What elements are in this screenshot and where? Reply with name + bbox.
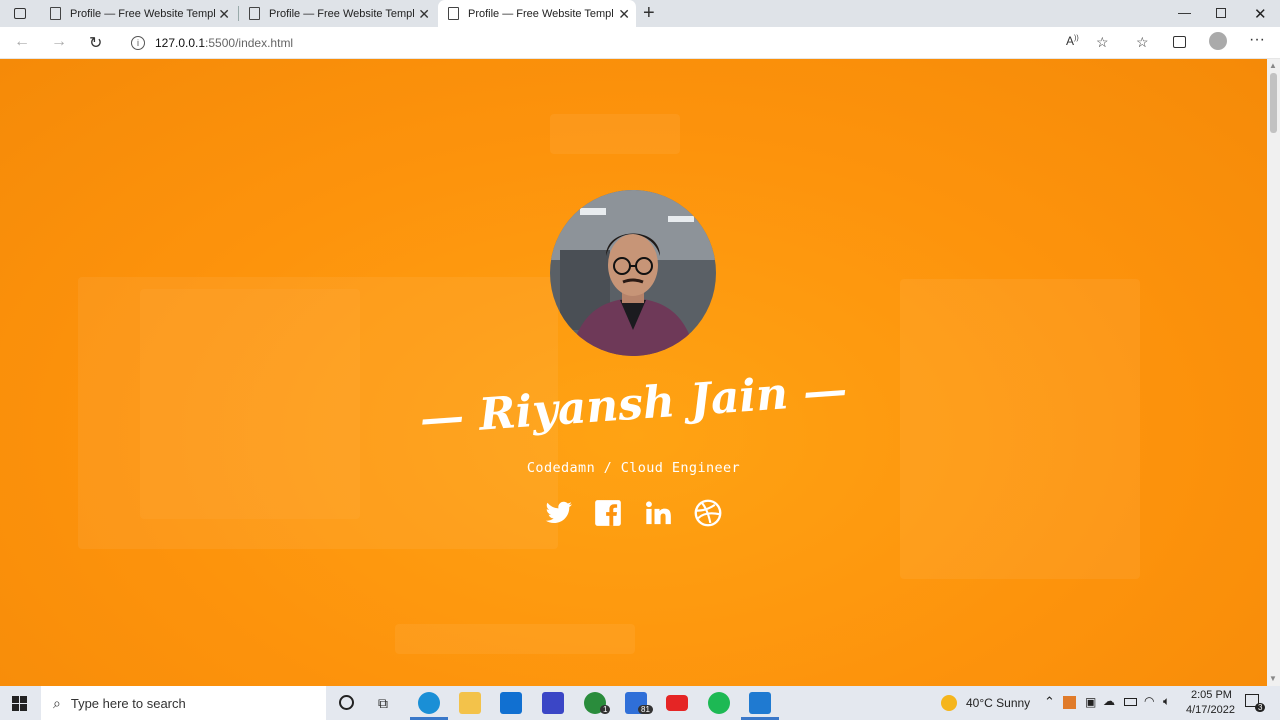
linkedin-icon[interactable] [644, 499, 672, 527]
refresh-icon[interactable]: ↻ [89, 33, 102, 53]
new-tab-button[interactable]: + [643, 2, 655, 25]
weather-sun-icon[interactable] [941, 695, 957, 711]
youtube-icon[interactable] [666, 695, 688, 711]
tab-strip: Profile — Free Website Template ✕ Profil… [0, 0, 1280, 27]
profile-role: Codedamn / Cloud Engineer [526, 460, 741, 476]
browser-tab-active[interactable]: Profile — Free Website Template ✕ [438, 0, 636, 27]
page-scrollbar[interactable]: ▲ ▼ [1267, 59, 1280, 686]
twitter-icon[interactable] [545, 499, 573, 527]
address-bar[interactable]: i 127.0.0.1:5500/index.html [118, 30, 1123, 56]
search-placeholder: Type here to search [70, 695, 186, 711]
tab-title: Profile — Free Website Template [70, 7, 216, 20]
taskbar: ⌕ Type here to search ⧉ 1 81 40°C Sunny … [0, 686, 1280, 720]
clock-date[interactable]: 4/17/2022 [1186, 704, 1235, 716]
search-icon: ⌕ [53, 694, 61, 711]
facebook-icon[interactable] [594, 499, 622, 527]
vscode-icon[interactable] [749, 692, 771, 714]
volume-icon[interactable]: 🔈︎ [1163, 694, 1170, 709]
mail-icon[interactable] [500, 692, 522, 714]
name-dash-right: — [786, 364, 849, 420]
battery-icon[interactable] [1124, 698, 1137, 706]
spotify-icon[interactable] [708, 692, 730, 714]
restore-icon[interactable] [1216, 8, 1226, 18]
browser-toolbar: ← → ↻ i 127.0.0.1:5500/index.html A)) ☆ … [0, 27, 1280, 59]
collections-icon[interactable] [1173, 36, 1186, 48]
tray-device-icon[interactable]: ▣ [1085, 695, 1096, 709]
add-favorite-icon[interactable]: ☆ [1096, 34, 1109, 51]
profile-avatar-icon[interactable] [1209, 32, 1227, 50]
edge-icon[interactable] [418, 692, 440, 714]
close-tab-icon[interactable]: ✕ [218, 6, 230, 23]
store-badge: 81 [638, 705, 653, 714]
close-window-icon[interactable]: ✕ [1254, 5, 1267, 23]
taskbar-search[interactable]: ⌕ Type here to search [41, 686, 326, 720]
xbox-badge: 1 [600, 705, 611, 714]
task-view-icon[interactable]: ⧉ [378, 695, 388, 712]
wifi-icon[interactable]: ◠ [1144, 694, 1154, 708]
page-icon [249, 7, 260, 20]
browser-tab[interactable]: Profile — Free Website Template ✕ [40, 0, 236, 27]
page-icon [448, 7, 459, 20]
windows-start-icon[interactable] [12, 696, 27, 711]
more-icon[interactable]: ··· [1249, 31, 1265, 49]
notes-app-icon[interactable] [542, 692, 564, 714]
file-explorer-icon[interactable] [459, 692, 481, 714]
show-hidden-icons[interactable]: ⌃ [1044, 694, 1055, 710]
tab-title: Profile — Free Website Template [468, 7, 614, 20]
notification-count: 3 [1255, 703, 1266, 712]
back-icon[interactable]: ← [14, 33, 30, 51]
name-dash-left: — [418, 389, 481, 445]
clock-time[interactable]: 2:05 PM [1191, 689, 1232, 701]
tab-actions-icon[interactable] [14, 8, 26, 19]
browser-tab[interactable]: Profile — Free Website Template ✕ [239, 0, 436, 27]
page-viewport: — Riyansh Jain — Codedamn / Cloud Engine… [0, 59, 1267, 686]
forward-icon[interactable]: → [51, 33, 67, 51]
weather-text[interactable]: 40°C Sunny [966, 696, 1030, 710]
scrollbar-thumb[interactable] [1270, 73, 1277, 133]
page-icon [50, 7, 61, 20]
read-aloud-icon[interactable]: A)) [1066, 34, 1079, 48]
dribbble-icon[interactable] [694, 499, 722, 527]
site-info-icon[interactable]: i [131, 36, 145, 50]
tab-title: Profile — Free Website Template [269, 7, 415, 20]
url-host: 127.0.0.1 [155, 36, 206, 50]
minimize-icon[interactable]: — [1178, 5, 1191, 20]
url-path: :5500/index.html [205, 36, 294, 50]
close-tab-icon[interactable]: ✕ [618, 6, 630, 23]
onedrive-icon[interactable]: ☁ [1103, 694, 1115, 708]
profile-photo [550, 190, 716, 356]
close-tab-icon[interactable]: ✕ [418, 6, 430, 23]
cortana-icon[interactable] [339, 695, 354, 710]
tray-app-icon[interactable] [1063, 696, 1076, 709]
favorites-icon[interactable]: ☆ [1136, 34, 1149, 51]
